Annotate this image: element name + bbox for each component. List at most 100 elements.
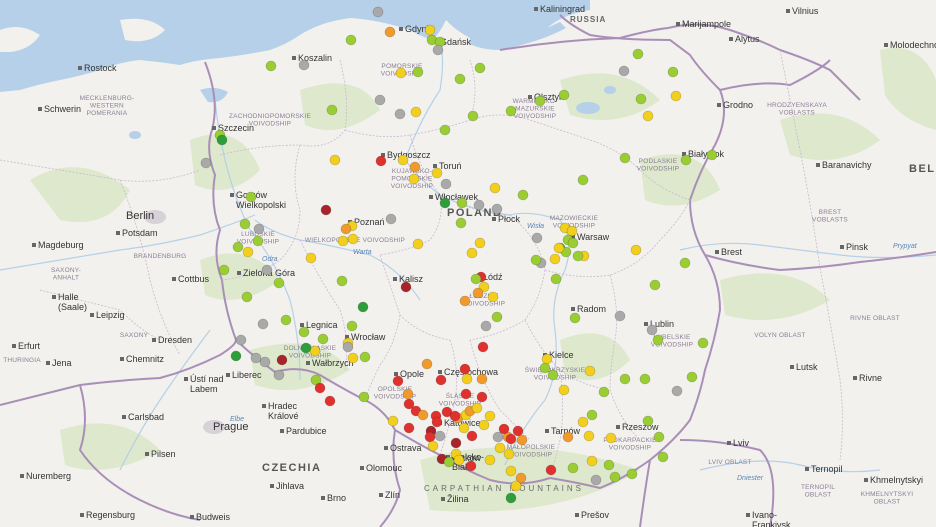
- station-marker-moderate[interactable]: [577, 416, 589, 428]
- station-marker-no-data[interactable]: [261, 264, 273, 276]
- station-marker-good[interactable]: [505, 105, 517, 117]
- station-marker-good[interactable]: [265, 60, 277, 72]
- station-marker-no-data[interactable]: [253, 223, 265, 235]
- station-marker-no-data[interactable]: [374, 94, 386, 106]
- station-marker-sufficient[interactable]: [384, 26, 396, 38]
- station-marker-moderate[interactable]: [670, 90, 682, 102]
- station-marker-moderate[interactable]: [461, 373, 473, 385]
- station-marker-good[interactable]: [603, 459, 615, 471]
- station-marker-good[interactable]: [346, 320, 358, 332]
- station-marker-good[interactable]: [619, 373, 631, 385]
- station-marker-good[interactable]: [598, 386, 610, 398]
- station-marker-bad[interactable]: [512, 425, 524, 437]
- station-marker-bad[interactable]: [392, 375, 404, 387]
- station-marker-good[interactable]: [550, 273, 562, 285]
- station-marker-bad[interactable]: [403, 422, 415, 434]
- station-marker-no-data[interactable]: [531, 232, 543, 244]
- station-marker-moderate[interactable]: [466, 247, 478, 259]
- station-marker-moderate[interactable]: [487, 291, 499, 303]
- station-marker-sufficient[interactable]: [402, 388, 414, 400]
- station-marker-no-data[interactable]: [273, 369, 285, 381]
- station-marker-bad[interactable]: [459, 363, 471, 375]
- station-marker-moderate[interactable]: [489, 182, 501, 194]
- station-marker-moderate[interactable]: [395, 67, 407, 79]
- map-canvas[interactable]: MECKLENBURG-WESTERN POMERANIA BRANDENBURG S…: [0, 0, 936, 527]
- station-marker-good[interactable]: [336, 275, 348, 287]
- station-marker-moderate[interactable]: [484, 454, 496, 466]
- station-marker-bad[interactable]: [505, 433, 517, 445]
- station-marker-no-data[interactable]: [491, 203, 503, 215]
- station-marker-bad[interactable]: [324, 395, 336, 407]
- station-marker-good[interactable]: [679, 257, 691, 269]
- station-marker-good[interactable]: [626, 468, 638, 480]
- station-marker-moderate[interactable]: [387, 415, 399, 427]
- station-marker-good[interactable]: [273, 277, 285, 289]
- station-marker-moderate[interactable]: [329, 154, 341, 166]
- station-marker-no-data[interactable]: [434, 430, 446, 442]
- station-marker-good[interactable]: [470, 273, 482, 285]
- station-marker-sufficient[interactable]: [340, 223, 352, 235]
- station-marker-good[interactable]: [653, 431, 665, 443]
- station-marker-good[interactable]: [569, 312, 581, 324]
- station-marker-sufficient[interactable]: [409, 161, 421, 173]
- station-marker-good[interactable]: [467, 110, 479, 122]
- station-marker-good[interactable]: [358, 391, 370, 403]
- station-marker-good[interactable]: [567, 237, 579, 249]
- station-marker-moderate[interactable]: [427, 440, 439, 452]
- station-marker-good[interactable]: [439, 124, 451, 136]
- station-marker-bad[interactable]: [498, 423, 510, 435]
- station-marker-good[interactable]: [534, 95, 546, 107]
- station-marker-no-data[interactable]: [385, 213, 397, 225]
- station-marker-moderate[interactable]: [410, 106, 422, 118]
- station-marker-bad[interactable]: [424, 431, 436, 443]
- station-marker-good[interactable]: [558, 89, 570, 101]
- station-marker-moderate[interactable]: [583, 430, 595, 442]
- station-marker-no-data[interactable]: [590, 474, 602, 486]
- station-marker-good[interactable]: [632, 48, 644, 60]
- station-marker-moderate[interactable]: [453, 454, 465, 466]
- station-marker-good[interactable]: [491, 311, 503, 323]
- station-marker-very-good[interactable]: [357, 301, 369, 313]
- station-marker-bad[interactable]: [477, 341, 489, 353]
- station-marker-no-data[interactable]: [259, 356, 271, 368]
- station-marker-bad[interactable]: [314, 382, 326, 394]
- station-marker-moderate[interactable]: [424, 24, 436, 36]
- station-marker-bad[interactable]: [465, 460, 477, 472]
- station-marker-moderate[interactable]: [337, 235, 349, 247]
- station-marker-no-data[interactable]: [394, 108, 406, 120]
- station-marker-no-data[interactable]: [342, 341, 354, 353]
- station-marker-moderate[interactable]: [347, 233, 359, 245]
- station-marker-good[interactable]: [619, 152, 631, 164]
- station-marker-sufficient[interactable]: [562, 431, 574, 443]
- station-marker-moderate[interactable]: [503, 448, 515, 460]
- station-marker-good[interactable]: [635, 93, 647, 105]
- station-marker-no-data[interactable]: [432, 44, 444, 56]
- station-marker-moderate[interactable]: [242, 246, 254, 258]
- station-marker-moderate[interactable]: [494, 442, 506, 454]
- station-marker-no-data[interactable]: [372, 6, 384, 18]
- station-marker-bad[interactable]: [449, 410, 461, 422]
- station-marker-moderate[interactable]: [541, 353, 553, 365]
- station-marker-sufficient[interactable]: [516, 434, 528, 446]
- station-marker-no-data[interactable]: [200, 157, 212, 169]
- station-marker-good[interactable]: [359, 351, 371, 363]
- station-marker-good[interactable]: [443, 456, 455, 468]
- station-marker-moderate[interactable]: [484, 410, 496, 422]
- station-marker-moderate[interactable]: [397, 154, 409, 166]
- station-marker-good[interactable]: [298, 326, 310, 338]
- station-marker-very-good[interactable]: [505, 492, 517, 504]
- station-marker-bad[interactable]: [545, 464, 557, 476]
- station-marker-good[interactable]: [530, 254, 542, 266]
- station-marker-good[interactable]: [280, 314, 292, 326]
- station-marker-no-data[interactable]: [257, 318, 269, 330]
- station-marker-sufficient[interactable]: [417, 409, 429, 421]
- station-marker-good[interactable]: [517, 189, 529, 201]
- station-marker-very-bad[interactable]: [276, 354, 288, 366]
- station-marker-good[interactable]: [241, 291, 253, 303]
- station-marker-good[interactable]: [239, 218, 251, 230]
- station-marker-good[interactable]: [232, 241, 244, 253]
- station-marker-good[interactable]: [577, 174, 589, 186]
- station-marker-good[interactable]: [686, 371, 698, 383]
- station-marker-good[interactable]: [412, 66, 424, 78]
- station-marker-sufficient[interactable]: [472, 287, 484, 299]
